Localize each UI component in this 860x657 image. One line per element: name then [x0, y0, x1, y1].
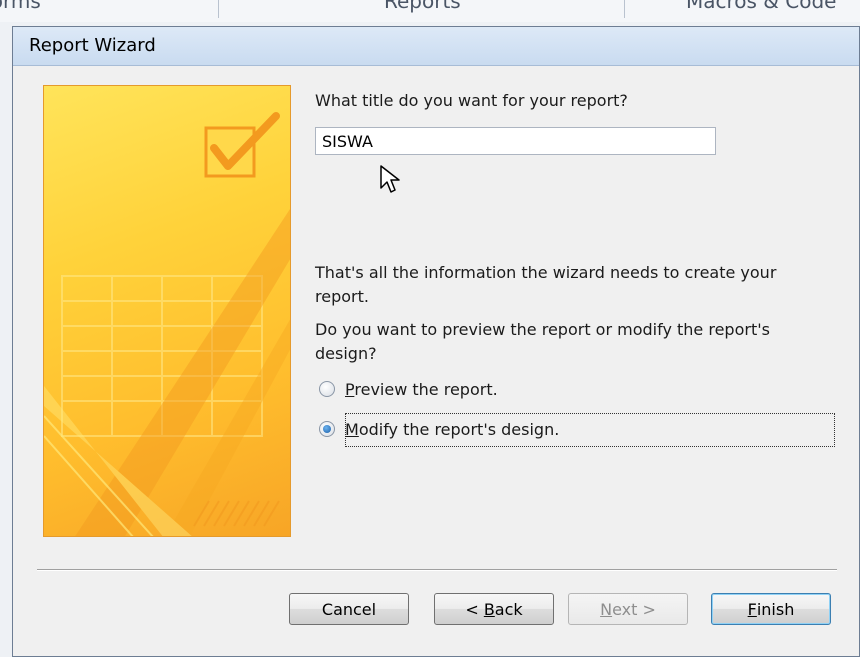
background-tab-reports: Reports: [384, 0, 461, 13]
title-question-label: What title do you want for your report?: [315, 91, 628, 110]
report-title-input[interactable]: [315, 127, 716, 155]
report-wizard-dialog: Report Wizard What title do you want for…: [12, 26, 860, 657]
background-tab-forms: Forms: [0, 0, 41, 13]
divider: [624, 0, 625, 18]
next-button[interactable]: Next >: [568, 593, 688, 625]
finish-button[interactable]: Finish: [711, 593, 831, 625]
radio-icon[interactable]: [319, 381, 335, 397]
checkmark-icon: [204, 112, 280, 178]
back-button[interactable]: < Back: [434, 593, 554, 625]
option-label: Modify the report's design.: [345, 419, 560, 439]
preview-report-option[interactable]: Preview the report.: [319, 377, 498, 401]
background-ribbon: Forms Reports Macros & Code: [0, 0, 860, 22]
option-label: Preview the report.: [345, 379, 498, 399]
dialog-title: Report Wizard: [29, 35, 156, 56]
background-tab-macros: Macros & Code: [686, 0, 837, 13]
mouse-pointer-icon: [380, 165, 400, 193]
wizard-art-panel: [43, 85, 291, 537]
divider: [218, 0, 219, 18]
preview-question-label: Do you want to preview the report or mod…: [315, 320, 770, 363]
modify-design-option[interactable]: Modify the report's design.: [319, 417, 559, 441]
button-separator: [37, 569, 837, 571]
cancel-button[interactable]: Cancel: [289, 593, 409, 625]
info-text: That's all the information the wizard ne…: [315, 263, 777, 306]
radio-icon[interactable]: [319, 421, 335, 437]
wizard-art-graphic: [44, 112, 290, 536]
title-bar[interactable]: Report Wizard: [13, 27, 859, 66]
